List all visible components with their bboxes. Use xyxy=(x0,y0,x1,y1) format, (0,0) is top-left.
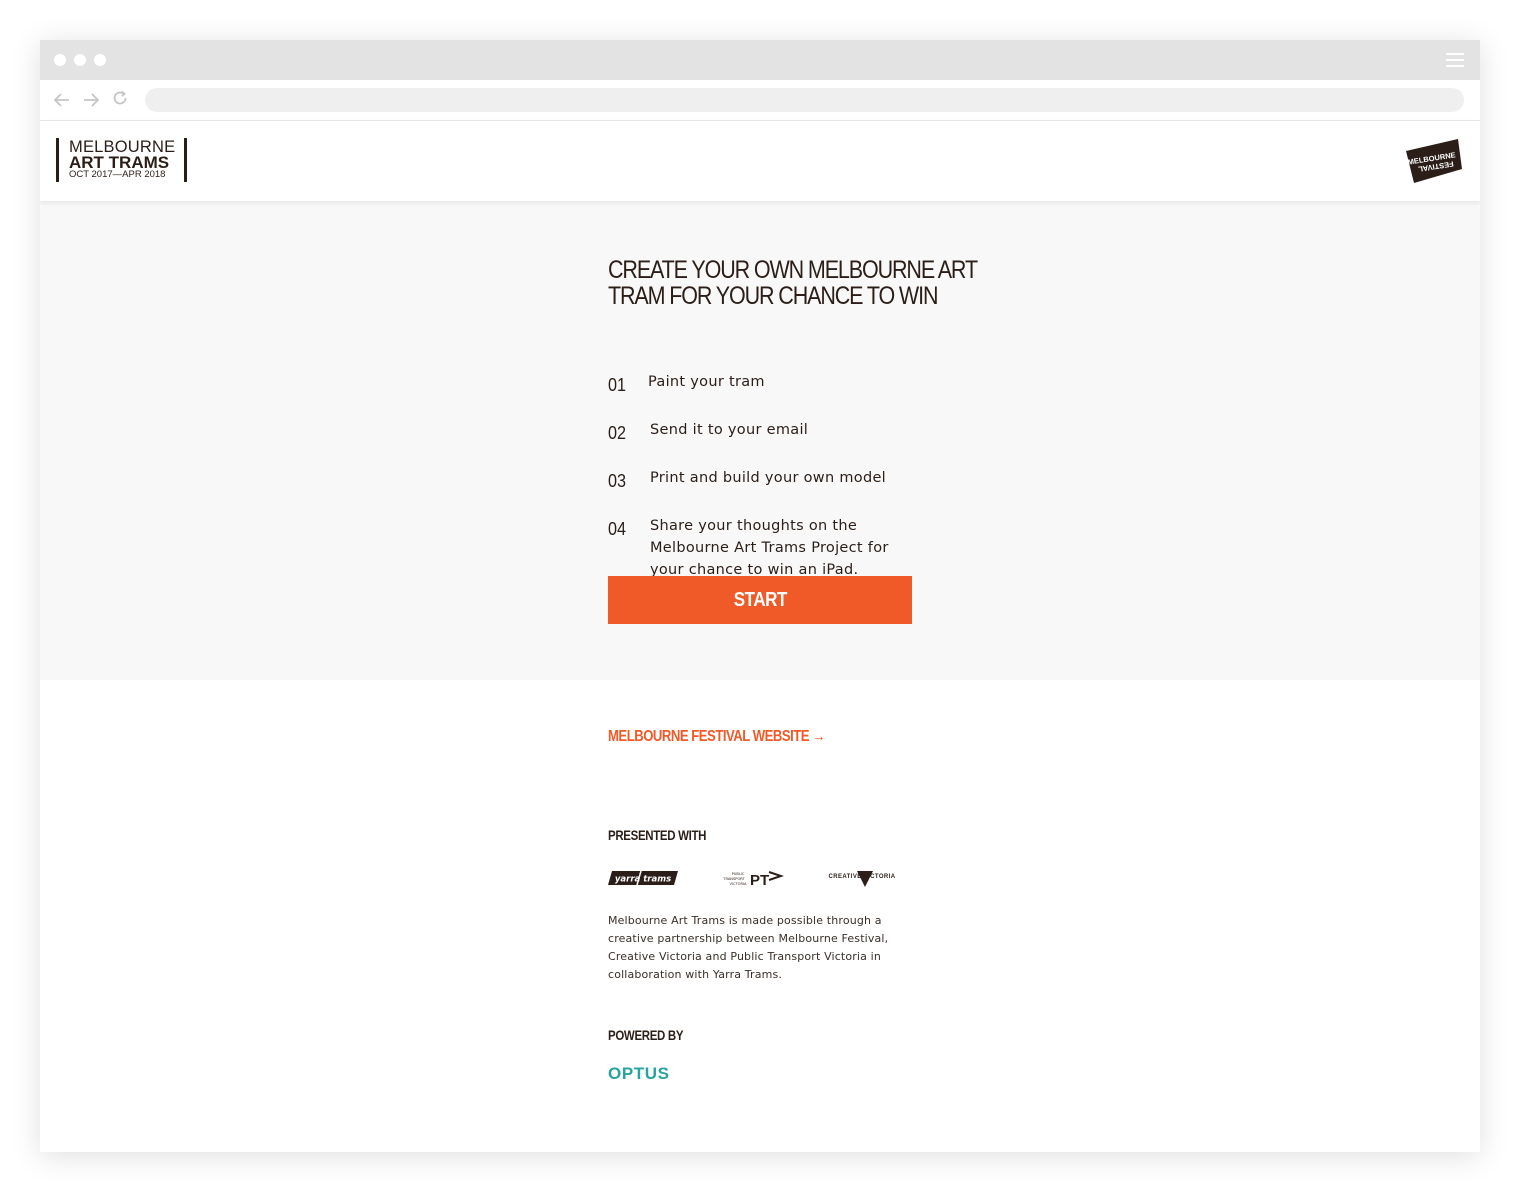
step-text: Paint your tram xyxy=(648,374,765,390)
step-number: 01 xyxy=(608,375,627,395)
site-header: MELBOURNE ART TRAMS OCT 2017—APR 2018 ME… xyxy=(40,121,1480,201)
yarra-trams-text: yarra trams xyxy=(615,875,671,885)
browser-window: MELBOURNE ART TRAMS OCT 2017—APR 2018 ME… xyxy=(40,40,1480,1152)
hero-title: CREATE YOUR OWN MELBOURNE ART TRAM FOR Y… xyxy=(608,257,978,309)
presented-with-heading: PRESENTED WITH xyxy=(608,827,707,843)
optus-logo[interactable]: OPTUS xyxy=(608,1064,670,1084)
melbourne-festival-website-link[interactable]: MELBOURNE FESTIVAL WEBSITE → xyxy=(608,728,825,746)
ptv-small-1: PUBLIC xyxy=(732,872,745,876)
window-close-dot[interactable] xyxy=(54,54,66,66)
ptv-big-text: PT xyxy=(750,872,769,889)
creative-victoria-logo[interactable]: CREATIVE VICTORIA xyxy=(827,867,897,891)
step-text: Share your thoughts on the Melbourne Art… xyxy=(650,518,889,578)
window-maximize-dot[interactable] xyxy=(94,54,106,66)
hamburger-menu-icon[interactable] xyxy=(1446,53,1464,67)
address-bar[interactable] xyxy=(145,88,1464,112)
footer-section: MELBOURNE FESTIVAL WEBSITE → PRESENTED W… xyxy=(40,680,1480,1152)
ptv-small-3: VICTORIA xyxy=(729,882,747,886)
ptv-small-2: TRANSPORT xyxy=(722,877,745,881)
window-titlebar xyxy=(40,40,1480,80)
step-number: 02 xyxy=(608,423,627,443)
hero-title-line-2: TRAM FOR YOUR CHANCE TO WIN xyxy=(608,282,938,310)
browser-navbar xyxy=(40,80,1480,121)
step-text: Send it to your email xyxy=(650,422,809,438)
start-button[interactable]: START xyxy=(608,576,912,624)
brand-dates: OCT 2017—APR 2018 xyxy=(69,169,166,180)
step-number: 03 xyxy=(608,471,627,491)
powered-by-heading: POWERED BY xyxy=(608,1027,684,1043)
step-text: Print and build your own model xyxy=(650,470,887,486)
arrow-left-icon[interactable] xyxy=(52,90,72,110)
yarra-trams-logo[interactable]: yarra trams xyxy=(608,869,678,887)
partnership-description: Melbourne Art Trams is made possible thr… xyxy=(608,914,889,981)
public-transport-victoria-logo[interactable]: PUBLIC TRANSPORT VICTORIA PT xyxy=(722,868,785,890)
hero-section: CREATE YOUR OWN MELBOURNE ART TRAM FOR Y… xyxy=(40,201,1480,680)
melbourne-festival-logo[interactable]: MELBOURNE FESTIVAL xyxy=(1404,139,1462,183)
melbourne-art-trams-logo[interactable]: MELBOURNE ART TRAMS OCT 2017—APR 2018 xyxy=(56,138,187,182)
hero-title-line-1: CREATE YOUR OWN MELBOURNE ART xyxy=(608,256,978,284)
arrow-right-icon[interactable] xyxy=(81,90,101,110)
start-button-label: START xyxy=(733,588,787,611)
window-minimize-dot[interactable] xyxy=(74,54,86,66)
reload-icon[interactable] xyxy=(110,88,130,108)
creative-victoria-text: CREATIVE VICTORIA xyxy=(829,874,896,880)
step-number: 04 xyxy=(608,519,627,539)
